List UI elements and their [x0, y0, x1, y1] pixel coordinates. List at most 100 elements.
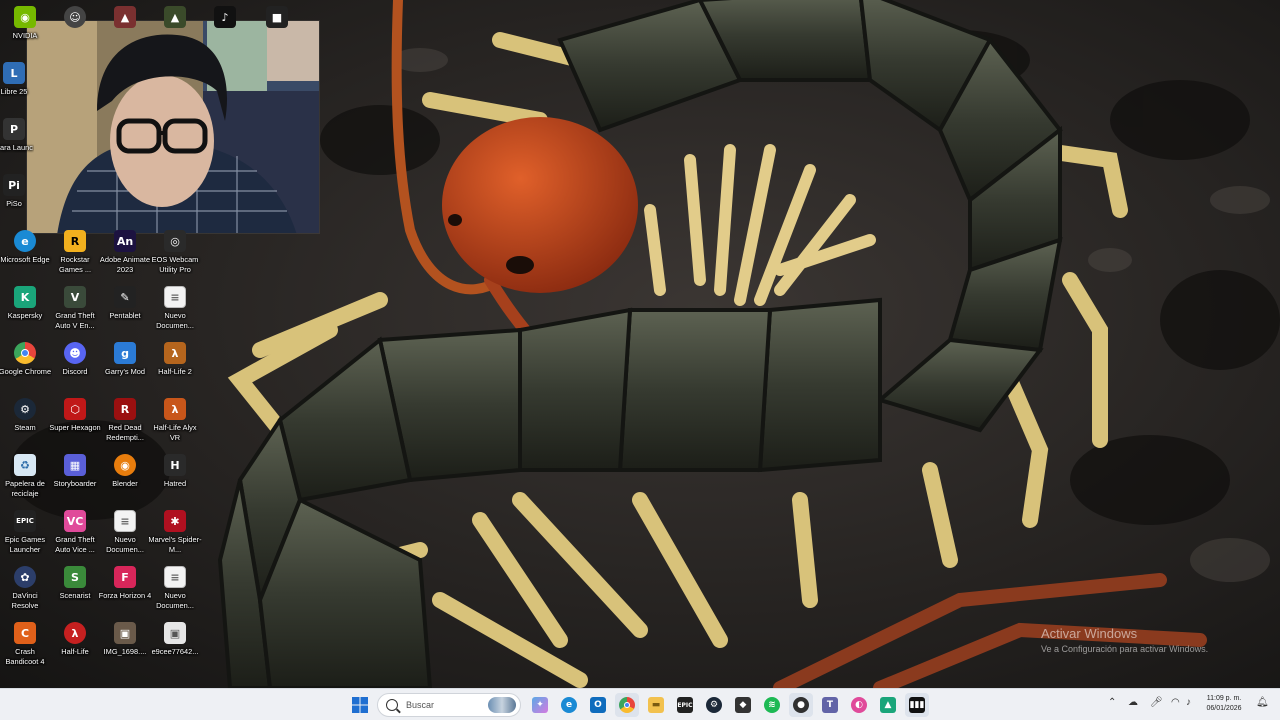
taskbar-app-3[interactable]: ▲ [876, 693, 900, 717]
desktop-icon-storyboarder[interactable]: ▦ Storyboarder [50, 452, 100, 506]
taskbar-spotify[interactable]: ≋ [760, 693, 784, 717]
taskbar-edge[interactable]: e [557, 693, 581, 717]
tray-cloud-icon[interactable]: ☁ [1128, 697, 1138, 708]
document-icon: ≡ [164, 566, 186, 588]
search-highlight-icon [488, 697, 516, 713]
user-icon: ☺ [64, 6, 86, 28]
paradox-icon: P [3, 118, 25, 140]
desktop-icon-pentablet[interactable]: ✎ Pentablet [100, 284, 150, 338]
taskbar-copilot[interactable]: ✦ [528, 693, 552, 717]
activation-subtitle: Ve a Configuración para activar Windows. [1041, 644, 1209, 654]
desktop-icon-forza[interactable]: F Forza Horizon 4 [99, 564, 151, 618]
taskbar-search[interactable]: Buscar [377, 693, 521, 717]
scenarist-icon: S [64, 566, 86, 588]
copilot-icon: ✦ [532, 697, 548, 713]
taskbar-app-2[interactable]: ◐ [847, 693, 871, 717]
taskbar-steam[interactable]: ⚙ [702, 693, 726, 717]
tray-volume-icon[interactable]: ♪ [1186, 697, 1191, 708]
desktop-icon-garrys-mod[interactable]: g Garry's Mod [100, 340, 150, 394]
windows-activation-watermark: Activar Windows Ve a Configuración para … [1041, 626, 1208, 654]
pentablet-icon: ✎ [114, 286, 136, 308]
desktop-icon-nuevo-documento-3[interactable]: ≡ Nuevo Documen... [150, 564, 200, 618]
image-icon: ▣ [114, 622, 136, 644]
steam-icon: ⚙ [706, 697, 722, 713]
desktop-icon-tiktok[interactable]: ♪ [200, 4, 250, 58]
audio-icon: ▮▮▮ [909, 697, 925, 713]
search-placeholder: Buscar [406, 700, 435, 710]
desktop-icon-e9cee[interactable]: ▣ e9cee77642... [150, 620, 200, 674]
taskbar-epic-games[interactable]: EPIC [673, 693, 697, 717]
taskbar-file-explorer[interactable]: ▬ [644, 693, 668, 717]
halflife2-icon: λ [164, 342, 186, 364]
blender-icon: ◉ [114, 454, 136, 476]
desktop-icon-half-life[interactable]: λ Half-Life [50, 620, 100, 674]
taskbar-audio-app[interactable]: ▮▮▮ [905, 693, 929, 717]
desktop-icon-kaspersky[interactable]: K Kaspersky [0, 284, 50, 338]
desktop-icon-gta-vice[interactable]: VC Grand Theft Auto Vice ... [50, 508, 100, 562]
desktop-icon-scenarist[interactable]: S Scenarist [50, 564, 100, 618]
chrome-icon [14, 342, 36, 364]
rdr-icon: R [114, 398, 136, 420]
desktop-icon-gta-v[interactable]: V Grand Theft Auto V En... [50, 284, 100, 338]
desktop-icon-img-1698[interactable]: ▣ IMG_1698.... [100, 620, 150, 674]
desktop-icon-davinci[interactable]: ✿ DaVinci Resolve [0, 564, 50, 618]
taskbar-teams[interactable]: T [818, 693, 842, 717]
desktop-icon-spider-man[interactable]: ✱ Marvel's Spider-M... [148, 508, 202, 562]
desktop-icon-rockstar[interactable]: R Rockstar Games ... [50, 228, 100, 282]
notification-bell-icon[interactable]: 🔔︎ [1256, 697, 1269, 708]
game-icon: ▲ [164, 6, 186, 28]
desktop-icon-half-life-2[interactable]: λ Half-Life 2 [150, 340, 200, 394]
desktop-icon-epic-games[interactable]: EPIC Epic Games Launcher [0, 508, 50, 562]
desktop-icon-hatred[interactable]: H Hatred [150, 452, 200, 506]
desktop-icon-app[interactable]: ■ [252, 4, 302, 58]
kaspersky-icon: K [14, 286, 36, 308]
tray-wifi-icon[interactable]: ◠ [1171, 697, 1180, 708]
tray-chevron-up-icon[interactable]: ⌃ [1108, 697, 1116, 708]
halflife-icon: λ [64, 622, 86, 644]
desktop-icon-half-life-alyx[interactable]: λ Half-Life Alyx VR [150, 396, 200, 450]
desktop-icon-game-2[interactable]: ▲ [150, 4, 200, 58]
app-icon: ▲ [880, 697, 896, 713]
desktop-icon-nuevo-documento[interactable]: ≡ Nuevo Documen... [150, 284, 200, 338]
storyboarder-icon: ▦ [64, 454, 86, 476]
clock-date: 06/01/2026 [1206, 705, 1242, 712]
taskbar-outlook[interactable]: O [586, 693, 610, 717]
gta-icon: V [64, 286, 86, 308]
desktop-icon-chrome[interactable]: Google Chrome [0, 340, 51, 394]
desktop-icon-piso[interactable]: Pi PiSo [0, 172, 34, 226]
desktop-icon-user[interactable]: ☺ [50, 4, 100, 58]
desktop-icon-game[interactable]: ▲ [100, 4, 150, 58]
taskbar-clock[interactable]: 11:09 p. m. 06/01/2026 [1200, 694, 1248, 714]
gta-vice-icon: VC [64, 510, 86, 532]
desktop-icon-eos-webcam[interactable]: ◎ EOS Webcam Utility Pro [150, 228, 200, 282]
libreoffice-icon: L [3, 62, 25, 84]
piso-icon: Pi [3, 174, 25, 196]
desktop-icon-crash[interactable]: C Crash Bandicoot 4 [0, 620, 50, 674]
taskbar-chrome[interactable] [615, 693, 639, 717]
desktop-icon-steam[interactable]: ⚙ Steam [0, 396, 50, 450]
desktop-icon-paradox[interactable]: PPara Launc [0, 116, 34, 170]
desktop-icon-nvidia[interactable]: ◉ NVIDIA [0, 4, 50, 58]
gmod-icon: g [114, 342, 136, 364]
canon-icon: ◎ [164, 230, 186, 252]
game-icon: ▲ [114, 6, 136, 28]
desktop-icon-nuevo-documento-2[interactable]: ≡ Nuevo Documen... [100, 508, 150, 562]
clock-time: 11:09 p. m. [1206, 695, 1242, 702]
recycle-bin-icon: ♻ [14, 454, 36, 476]
taskbar-obs-studio[interactable]: ● [789, 693, 813, 717]
outlook-icon: O [590, 697, 606, 713]
desktop-icon-edge[interactable]: e Microsoft Edge [0, 228, 50, 282]
tray-mic-icon[interactable]: 🎤︎ [1150, 697, 1163, 708]
desktop-icon-red-dead[interactable]: R Red Dead Redempti... [100, 396, 150, 450]
forza-icon: F [114, 566, 136, 588]
desktop-icon-recycle-bin[interactable]: ♻ Papelera de reciclaje [0, 452, 50, 506]
desktop-icon-super-hexagon[interactable]: ⬡ Super Hexagon [49, 396, 101, 450]
taskbar-app[interactable]: ◆ [731, 693, 755, 717]
app-icon: ■ [266, 6, 288, 28]
discord-icon: ☻ [64, 342, 86, 364]
desktop-icon-discord[interactable]: ☻ Discord [50, 340, 100, 394]
desktop-icon-libreoffice[interactable]: L Libre 25 [0, 60, 34, 114]
desktop-icon-blender[interactable]: ◉ Blender [100, 452, 150, 506]
desktop-icon-adobe-animate[interactable]: An Adobe Animate 2023 [100, 228, 150, 282]
start-button[interactable] [348, 693, 372, 717]
